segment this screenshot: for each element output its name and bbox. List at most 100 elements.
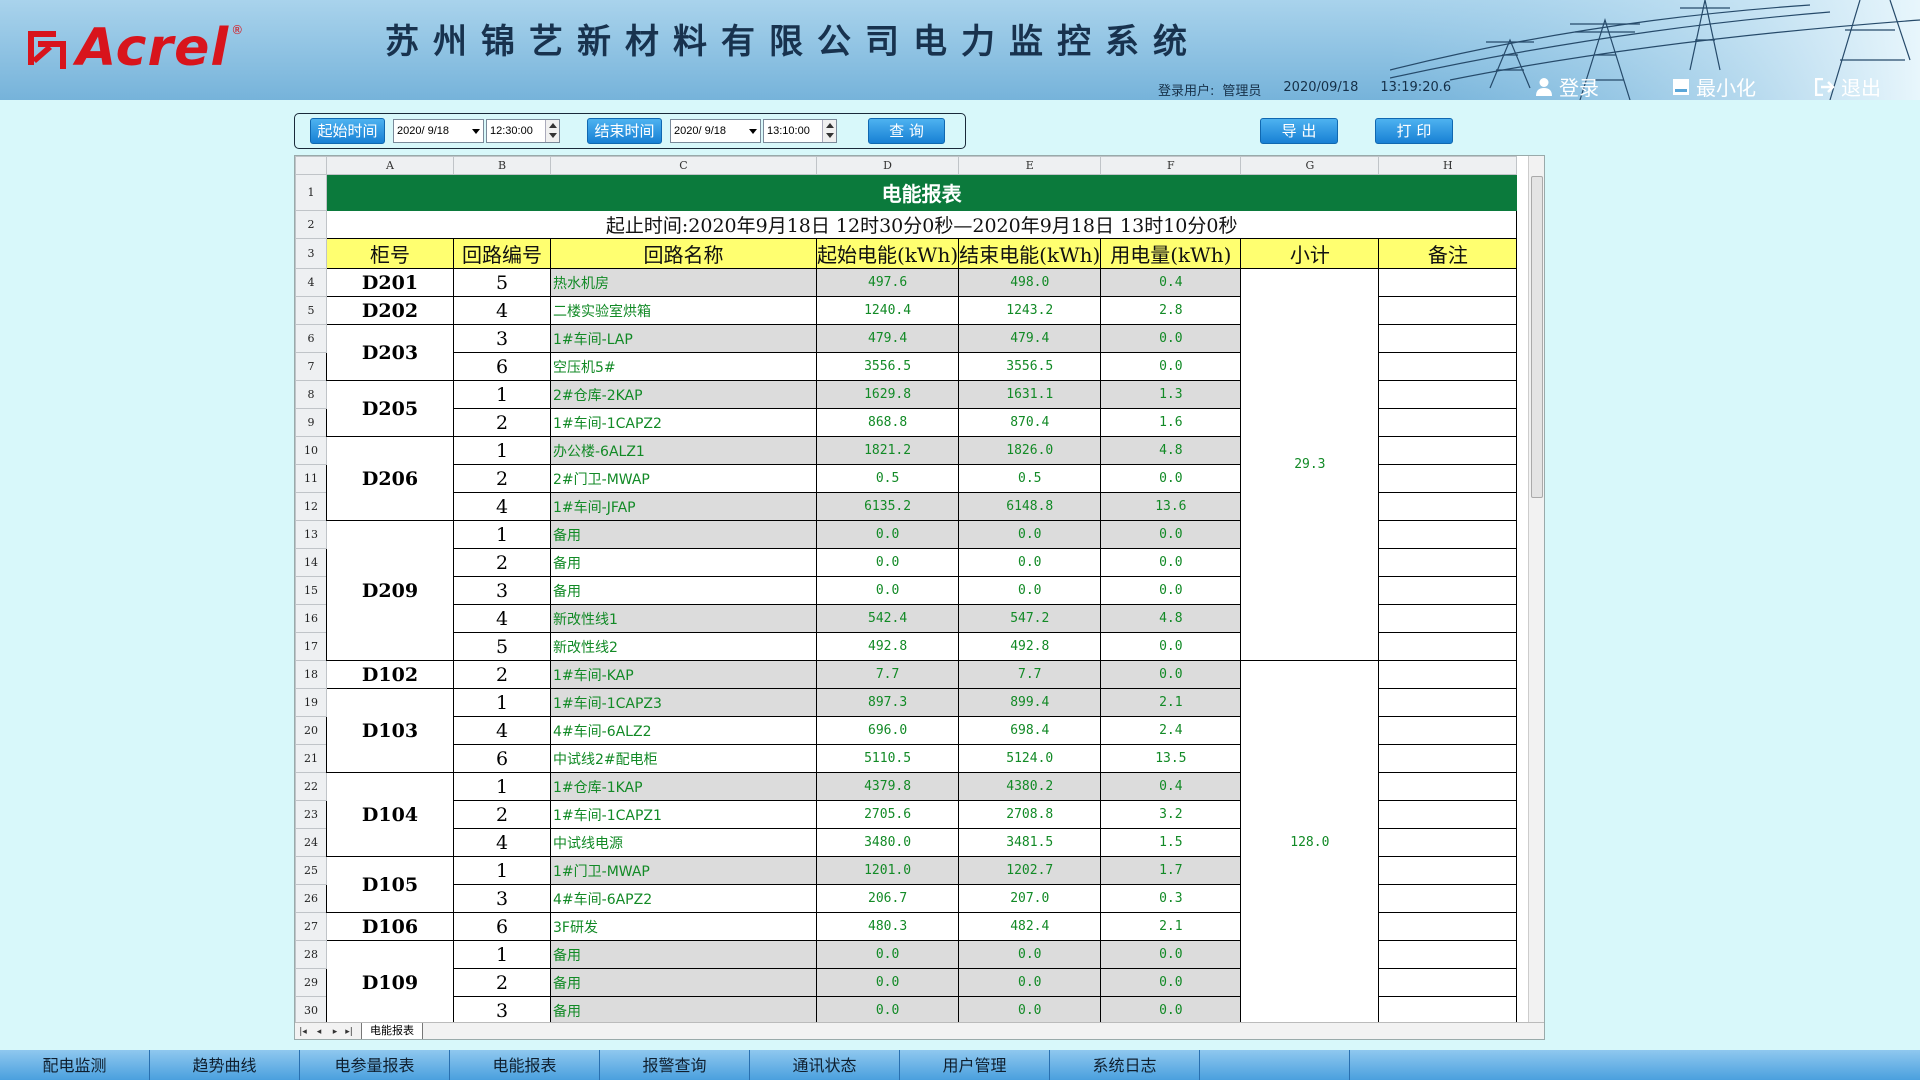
consumption-cell[interactable]: 0.0 (1100, 996, 1242, 1025)
end-energy-cell[interactable]: 0.0 (958, 576, 1102, 605)
end-energy-cell[interactable]: 2708.8 (958, 800, 1102, 829)
loop-name-cell[interactable]: 1#车间-KAP (550, 660, 817, 689)
consumption-cell[interactable]: 1.6 (1100, 408, 1242, 437)
start-energy-cell[interactable]: 0.0 (815, 996, 960, 1025)
loop-number-cell[interactable]: 3 (453, 576, 551, 605)
column-header[interactable]: A (326, 156, 454, 175)
consumption-cell[interactable]: 13.5 (1100, 744, 1242, 773)
loop-name-cell[interactable]: 1#车间-LAP (550, 324, 817, 353)
consumption-cell[interactable]: 0.3 (1100, 884, 1242, 913)
start-energy-cell[interactable]: 0.0 (815, 940, 960, 969)
cabinet-cell[interactable]: D105 (326, 856, 454, 913)
loop-number-cell[interactable]: 6 (453, 912, 551, 941)
loop-name-cell[interactable]: 2#门卫-MWAP (550, 464, 817, 493)
column-header[interactable]: C (550, 156, 817, 175)
remark-cell[interactable] (1378, 352, 1518, 381)
loop-name-cell[interactable]: 备用 (550, 520, 817, 549)
remark-cell[interactable] (1378, 828, 1518, 857)
remark-cell[interactable] (1378, 996, 1518, 1025)
end-energy-cell[interactable]: 5124.0 (958, 744, 1102, 773)
loop-name-cell[interactable]: 空压机5# (550, 352, 817, 381)
cabinet-cell[interactable]: D102 (326, 660, 454, 689)
row-header[interactable]: 11 (295, 464, 327, 493)
end-energy-cell[interactable]: 1631.1 (958, 380, 1102, 409)
end-energy-cell[interactable]: 482.4 (958, 912, 1102, 941)
consumption-cell[interactable]: 13.6 (1100, 492, 1242, 521)
cabinet-cell[interactable]: D104 (326, 772, 454, 857)
end-energy-cell[interactable]: 4380.2 (958, 772, 1102, 801)
start-energy-cell[interactable]: 3480.0 (815, 828, 960, 857)
end-energy-cell[interactable]: 0.0 (958, 968, 1102, 997)
scroll-thumb[interactable] (1531, 176, 1543, 498)
end-energy-cell[interactable]: 1202.7 (958, 856, 1102, 885)
consumption-cell[interactable]: 0.0 (1100, 548, 1242, 577)
consumption-cell[interactable]: 0.0 (1100, 940, 1242, 969)
consumption-cell[interactable]: 2.4 (1100, 716, 1242, 745)
header-consumption[interactable]: 用电量(kWh) (1100, 238, 1242, 269)
export-button[interactable]: 导 出 (1260, 118, 1338, 144)
row-header[interactable]: 25 (295, 856, 327, 885)
remark-cell[interactable] (1378, 380, 1518, 409)
end-energy-cell[interactable]: 3481.5 (958, 828, 1102, 857)
cabinet-cell[interactable]: D209 (326, 520, 454, 661)
start-energy-cell[interactable]: 7.7 (815, 660, 960, 689)
loop-name-cell[interactable]: 备用 (550, 940, 817, 969)
start-energy-cell[interactable]: 2705.6 (815, 800, 960, 829)
select-all-corner[interactable] (295, 156, 327, 175)
remark-cell[interactable] (1378, 688, 1518, 717)
remark-cell[interactable] (1378, 548, 1518, 577)
nav-user-management[interactable]: 用户管理 (900, 1050, 1050, 1080)
start-energy-cell[interactable]: 0.0 (815, 968, 960, 997)
loop-number-cell[interactable]: 6 (453, 352, 551, 381)
next-sheet-icon[interactable]: ▸ (329, 1027, 341, 1037)
loop-name-cell[interactable]: 1#门卫-MWAP (550, 856, 817, 885)
vertical-scrollbar[interactable] (1528, 156, 1544, 1024)
start-time-label-button[interactable]: 起始时间 (310, 118, 385, 144)
nav-system-log[interactable]: 系统日志 (1050, 1050, 1200, 1080)
consumption-cell[interactable]: 1.3 (1100, 380, 1242, 409)
row-header[interactable]: 15 (295, 576, 327, 605)
consumption-cell[interactable]: 0.0 (1100, 324, 1242, 353)
column-header[interactable]: D (815, 156, 960, 175)
nav-trend-curve[interactable]: 趋势曲线 (150, 1050, 300, 1080)
nav-parameter-report[interactable]: 电参量报表 (300, 1050, 450, 1080)
end-energy-cell[interactable]: 547.2 (958, 604, 1102, 633)
loop-number-cell[interactable]: 1 (453, 688, 551, 717)
nav-energy-report[interactable]: 电能报表 (450, 1050, 600, 1080)
loop-name-cell[interactable]: 中试线2#配电柜 (550, 744, 817, 773)
remark-cell[interactable] (1378, 716, 1518, 745)
start-energy-cell[interactable]: 206.7 (815, 884, 960, 913)
loop-number-cell[interactable]: 4 (453, 296, 551, 325)
start-energy-cell[interactable]: 480.3 (815, 912, 960, 941)
consumption-cell[interactable]: 2.1 (1100, 688, 1242, 717)
cabinet-cell[interactable]: D106 (326, 912, 454, 941)
consumption-cell[interactable]: 2.1 (1100, 912, 1242, 941)
prev-sheet-icon[interactable]: ◂ (313, 1027, 325, 1037)
query-button[interactable]: 查 询 (868, 118, 945, 144)
consumption-cell[interactable]: 2.8 (1100, 296, 1242, 325)
loop-name-cell[interactable]: 新改性线2 (550, 632, 817, 661)
remark-cell[interactable] (1378, 968, 1518, 997)
header-cabinet[interactable]: 柜号 (326, 238, 454, 269)
start-energy-cell[interactable]: 1629.8 (815, 380, 960, 409)
column-header[interactable]: E (958, 156, 1102, 175)
remark-cell[interactable] (1378, 940, 1518, 969)
consumption-cell[interactable]: 0.0 (1100, 968, 1242, 997)
consumption-cell[interactable]: 0.4 (1100, 268, 1242, 297)
end-energy-cell[interactable]: 492.8 (958, 632, 1102, 661)
consumption-cell[interactable]: 4.8 (1100, 436, 1242, 465)
login-button[interactable]: 登录 (1535, 72, 1599, 100)
cabinet-cell[interactable]: D202 (326, 296, 454, 325)
consumption-cell[interactable]: 4.8 (1100, 604, 1242, 633)
row-header[interactable]: 24 (295, 828, 327, 857)
exit-button[interactable]: 退出 (1815, 72, 1881, 100)
row-header[interactable]: 30 (295, 996, 327, 1025)
end-energy-cell[interactable]: 479.4 (958, 324, 1102, 353)
column-header[interactable]: F (1100, 156, 1242, 175)
remark-cell[interactable] (1378, 772, 1518, 801)
loop-number-cell[interactable]: 5 (453, 632, 551, 661)
end-energy-cell[interactable]: 0.5 (958, 464, 1102, 493)
consumption-cell[interactable]: 0.0 (1100, 464, 1242, 493)
consumption-cell[interactable]: 0.0 (1100, 660, 1242, 689)
sheet-tab-energy-report[interactable]: 电能报表 (361, 1023, 423, 1039)
